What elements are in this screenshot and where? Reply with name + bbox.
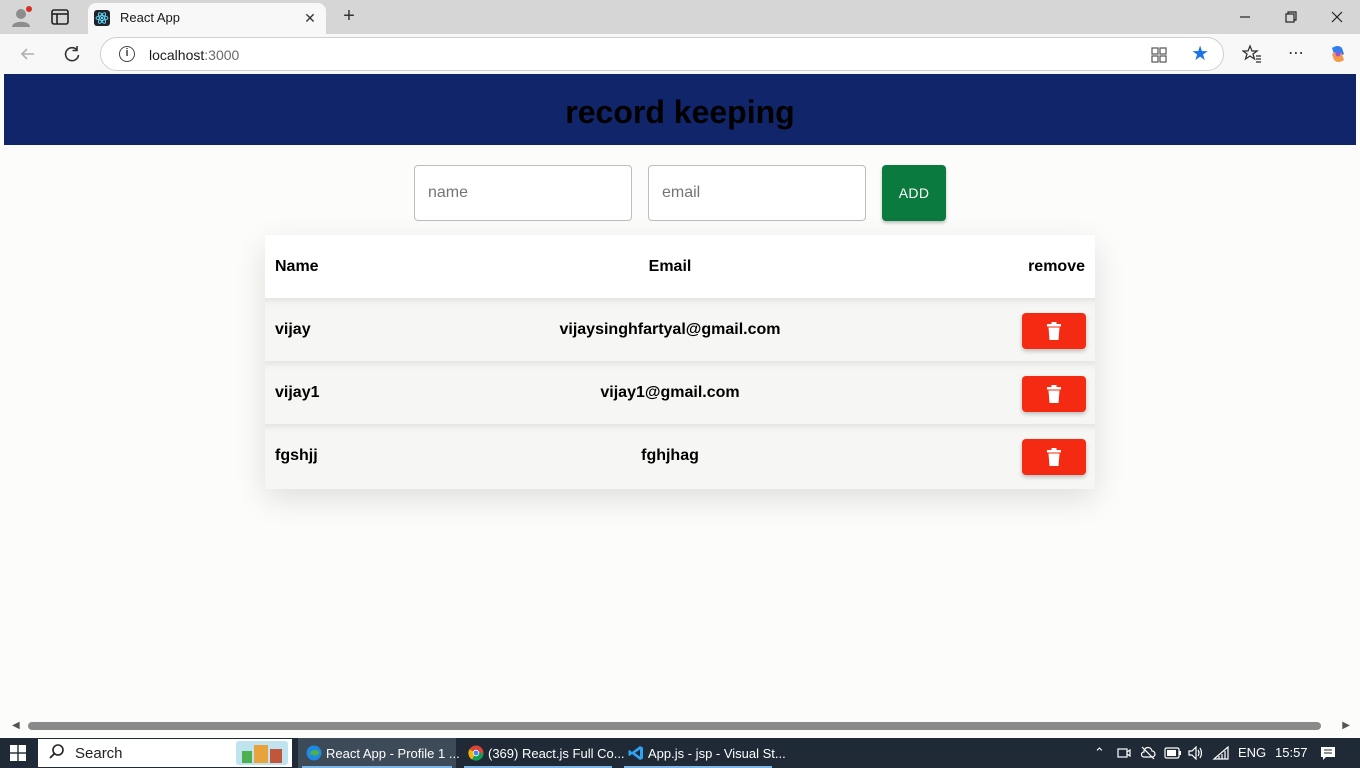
column-header-name: Name bbox=[275, 258, 319, 275]
name-input[interactable] bbox=[415, 166, 631, 220]
row-name: fgshjj bbox=[275, 447, 318, 464]
table-row: vijay vijaysinghfartyal@gmail.com bbox=[265, 298, 1095, 361]
add-button[interactable]: ADD bbox=[882, 165, 946, 221]
minimize-icon[interactable] bbox=[1234, 6, 1256, 28]
name-field[interactable] bbox=[414, 165, 632, 221]
delete-button[interactable] bbox=[1022, 313, 1086, 349]
clock[interactable]: 15:57 bbox=[1275, 745, 1308, 760]
delete-button[interactable] bbox=[1022, 439, 1086, 475]
browser-toolbar: i localhost:3000 ★ ⋯ bbox=[0, 34, 1360, 74]
delete-button[interactable] bbox=[1022, 376, 1086, 412]
notifications-icon[interactable] bbox=[1320, 746, 1336, 760]
cloud-sync-icon[interactable] bbox=[1140, 746, 1156, 760]
windows-taskbar: Search React App - Profile 1 ... (369) R… bbox=[0, 738, 1360, 768]
wifi-icon[interactable] bbox=[1212, 746, 1230, 760]
windows-start-icon[interactable] bbox=[10, 745, 26, 761]
trash-icon bbox=[1047, 448, 1061, 466]
vscode-icon bbox=[628, 746, 643, 760]
column-header-remove: remove bbox=[1028, 258, 1085, 275]
back-arrow-icon[interactable] bbox=[18, 44, 38, 64]
restore-icon[interactable] bbox=[1280, 6, 1302, 28]
battery-icon[interactable] bbox=[1164, 747, 1182, 759]
column-header-email: Email bbox=[648, 258, 692, 275]
taskbar-app-label: App.js - jsp - Visual St... bbox=[648, 746, 786, 761]
favorites-icon[interactable] bbox=[1242, 44, 1262, 64]
taskbar-app-chrome[interactable]: (369) React.js Full Co... bbox=[460, 738, 625, 768]
url-text: localhost:3000 bbox=[149, 47, 240, 63]
profile-avatar-icon[interactable] bbox=[10, 6, 32, 28]
tab-react-app[interactable]: React App ✕ bbox=[88, 3, 326, 34]
search-label: Search bbox=[75, 745, 123, 762]
chrome-icon bbox=[468, 745, 484, 761]
scroll-left-icon[interactable]: ◀ bbox=[12, 720, 20, 731]
scrollbar-thumb[interactable] bbox=[28, 722, 1321, 730]
row-email: fghjhag bbox=[641, 447, 699, 464]
language-indicator[interactable]: ENG bbox=[1238, 745, 1266, 760]
table-row: fgshjj fghjhag bbox=[265, 424, 1095, 489]
records-table: Name Email remove vijay vijaysinghfartya… bbox=[265, 235, 1095, 489]
row-email: vijay1@gmail.com bbox=[600, 384, 740, 401]
tab-title: React App bbox=[120, 10, 180, 25]
row-email: vijaysinghfartyal@gmail.com bbox=[559, 321, 781, 338]
page-title: record keeping bbox=[565, 94, 795, 130]
taskbar-app-label: React App - Profile 1 ... bbox=[326, 746, 460, 761]
app-available-icon[interactable] bbox=[1151, 47, 1167, 63]
volume-icon[interactable] bbox=[1188, 746, 1204, 760]
taskbar-app-label: (369) React.js Full Co... bbox=[488, 746, 625, 761]
taskbar-app-edge[interactable]: React App - Profile 1 ... bbox=[298, 738, 460, 768]
email-field[interactable] bbox=[648, 165, 866, 221]
copilot-icon[interactable] bbox=[1328, 44, 1348, 64]
search-highlight-icon bbox=[236, 741, 288, 765]
close-window-icon[interactable] bbox=[1326, 6, 1348, 28]
app-header: record keeping bbox=[4, 74, 1356, 145]
row-name: vijay bbox=[275, 321, 311, 338]
trash-icon bbox=[1047, 322, 1061, 340]
horizontal-scrollbar[interactable]: ◀ ▶ bbox=[4, 716, 1356, 736]
edge-icon bbox=[306, 745, 322, 761]
row-name: vijay1 bbox=[275, 384, 320, 401]
search-icon bbox=[49, 744, 64, 759]
tray-chevron-icon[interactable]: ⌃ bbox=[1094, 745, 1105, 761]
tab-actions-icon[interactable] bbox=[50, 8, 70, 26]
email-input[interactable] bbox=[649, 166, 865, 220]
taskbar-app-vscode[interactable]: App.js - jsp - Visual St... bbox=[620, 738, 786, 768]
favorite-star-icon[interactable]: ★ bbox=[1191, 44, 1209, 64]
browser-tab-strip: React App ✕ + bbox=[0, 0, 1360, 34]
react-favicon-icon bbox=[94, 10, 110, 26]
more-options-icon[interactable]: ⋯ bbox=[1286, 44, 1306, 64]
taskbar-search-box[interactable]: Search bbox=[38, 739, 292, 767]
meet-now-icon[interactable] bbox=[1117, 746, 1131, 760]
page-viewport: record keeping ADD Name Email remove vij… bbox=[4, 74, 1356, 716]
table-row: vijay1 vijay1@gmail.com bbox=[265, 361, 1095, 424]
address-bar[interactable]: i localhost:3000 ★ bbox=[100, 37, 1224, 71]
close-tab-icon[interactable]: ✕ bbox=[302, 10, 318, 26]
site-info-icon[interactable]: i bbox=[119, 46, 135, 62]
scroll-right-icon[interactable]: ▶ bbox=[1342, 720, 1350, 731]
new-tab-button[interactable]: + bbox=[339, 6, 359, 26]
table-header-row: Name Email remove bbox=[265, 235, 1095, 298]
trash-icon bbox=[1047, 385, 1061, 403]
refresh-icon[interactable] bbox=[62, 44, 82, 64]
